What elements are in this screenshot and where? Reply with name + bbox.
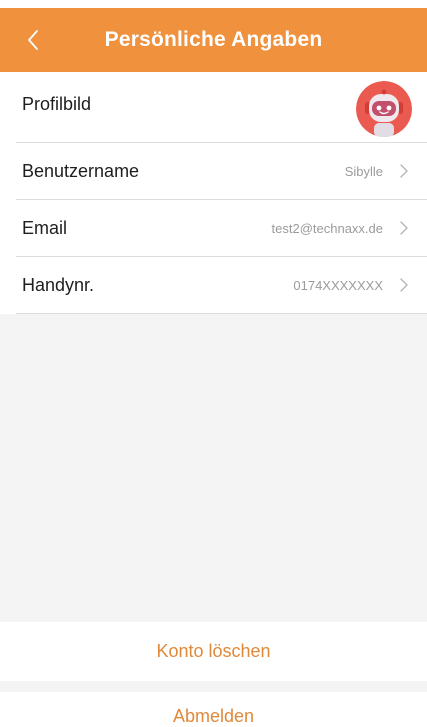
profile-picture-label: Profilbild: [22, 94, 92, 114]
username-value: Sibylle: [344, 164, 383, 179]
phone-value: 0174XXXXXXX: [293, 278, 383, 293]
phone-label: Handynr.: [22, 275, 95, 295]
page-title: Persönliche Angaben: [104, 28, 323, 51]
chevron-right-icon: [400, 278, 408, 292]
logout-button[interactable]: Abmelden: [0, 706, 427, 727]
separator-band: [0, 681, 427, 692]
profile-picture-row[interactable]: Profilbild: [0, 72, 427, 142]
chevron-right-icon: [400, 221, 408, 235]
email-row[interactable]: Email test2@technaxx.de: [0, 200, 427, 256]
robot-avatar-icon[interactable]: [356, 81, 412, 137]
chevron-right-icon: [400, 164, 408, 178]
email-value: test2@technaxx.de: [271, 221, 383, 236]
phone-row[interactable]: Handynr. 0174XXXXXXX: [0, 257, 427, 313]
username-row[interactable]: Benutzername Sibylle: [0, 143, 427, 199]
empty-area: [0, 314, 427, 622]
nav-header: Persönliche Angaben: [0, 8, 427, 72]
email-label: Email: [22, 218, 68, 238]
delete-account-button[interactable]: Konto löschen: [0, 641, 427, 662]
username-label: Benutzername: [22, 161, 140, 181]
